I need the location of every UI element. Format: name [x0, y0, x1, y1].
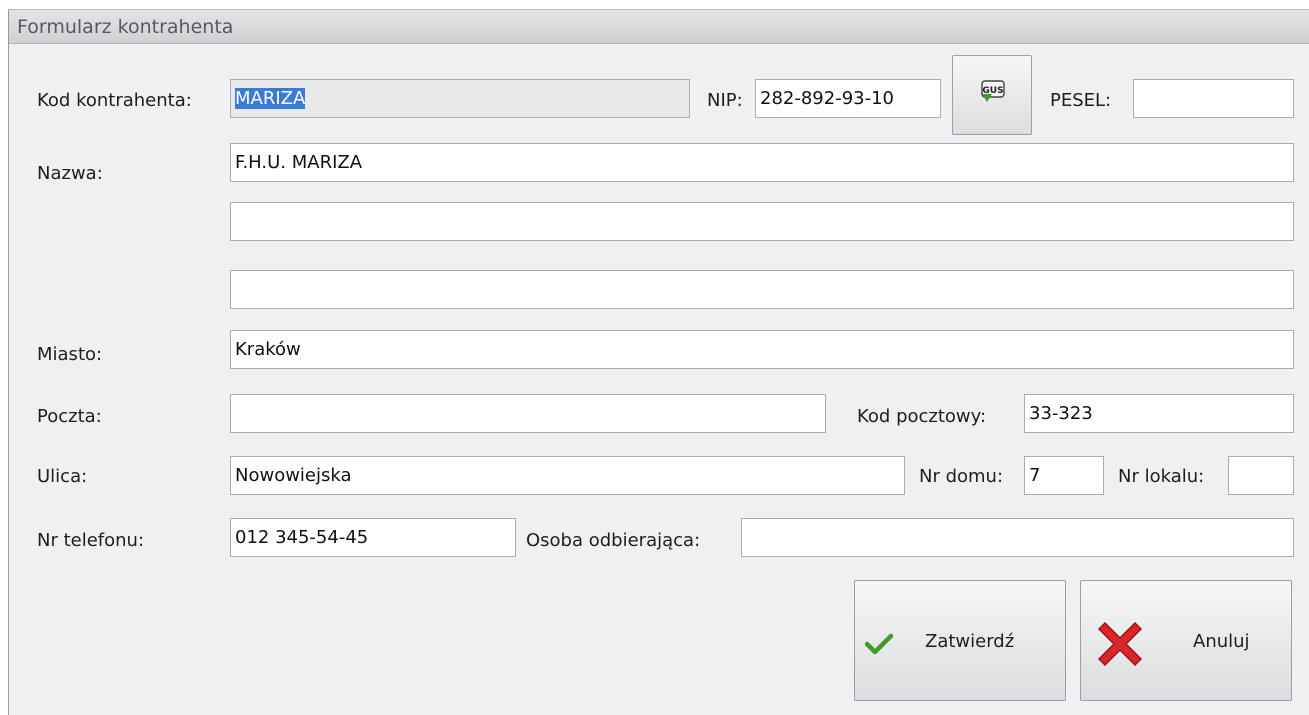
title-bar[interactable]: Formularz kontrahenta — [9, 10, 1309, 44]
pesel-field[interactable] — [1133, 79, 1294, 118]
nr-telefonu-field[interactable]: 012 345-54-45 — [230, 518, 516, 557]
pesel-label: PESEL: — [1050, 90, 1112, 111]
nazwa-field-3[interactable] — [230, 270, 1294, 309]
ulica-field[interactable]: Nowowiejska — [230, 456, 905, 495]
poczta-label: Poczta: — [37, 406, 102, 427]
red-x-icon — [1097, 621, 1143, 667]
nr-telefonu-label: Nr telefonu: — [37, 530, 145, 551]
nazwa-field-2[interactable] — [230, 202, 1294, 241]
nr-lokalu-label: Nr lokalu: — [1118, 466, 1205, 487]
nip-label: NIP: — [707, 90, 743, 111]
osoba-odbierajaca-field[interactable] — [741, 518, 1294, 557]
kod-pocztowy-field[interactable]: 33-323 — [1024, 394, 1294, 433]
nr-domu-field[interactable]: 7 — [1024, 456, 1104, 495]
window-title: Formularz kontrahenta — [17, 16, 234, 38]
confirm-button-label: Zatwierdź — [925, 631, 1015, 652]
miasto-label: Miasto: — [37, 344, 103, 365]
nazwa-field-1[interactable]: F.H.U. MARIZA — [230, 143, 1294, 182]
cancel-button[interactable]: Anuluj — [1080, 580, 1292, 701]
gus-button[interactable]: GUS — [952, 55, 1032, 135]
contractor-form-window: Formularz kontrahenta Kod kontrahenta: M… — [8, 9, 1309, 715]
checkmark-icon — [865, 633, 893, 655]
cancel-button-label: Anuluj — [1193, 631, 1250, 652]
gus-download-icon: GUS — [981, 80, 1005, 102]
kod-kontrahenta-label: Kod kontrahenta: — [37, 90, 192, 111]
nip-field[interactable]: 282-892-93-10 — [755, 79, 941, 118]
osoba-odbierajaca-label: Osoba odbierająca: — [526, 530, 701, 551]
nazwa-label: Nazwa: — [37, 163, 103, 184]
kod-kontrahenta-value: MARIZA — [235, 88, 306, 109]
miasto-field[interactable]: Kraków — [230, 330, 1294, 369]
nr-lokalu-field[interactable] — [1228, 456, 1294, 495]
kod-kontrahenta-field[interactable]: MARIZA — [230, 79, 690, 118]
poczta-field[interactable] — [230, 394, 826, 433]
kod-pocztowy-label: Kod pocztowy: — [857, 406, 987, 427]
ulica-label: Ulica: — [37, 466, 88, 487]
confirm-button[interactable]: Zatwierdź — [854, 580, 1066, 701]
nr-domu-label: Nr domu: — [919, 466, 1004, 487]
